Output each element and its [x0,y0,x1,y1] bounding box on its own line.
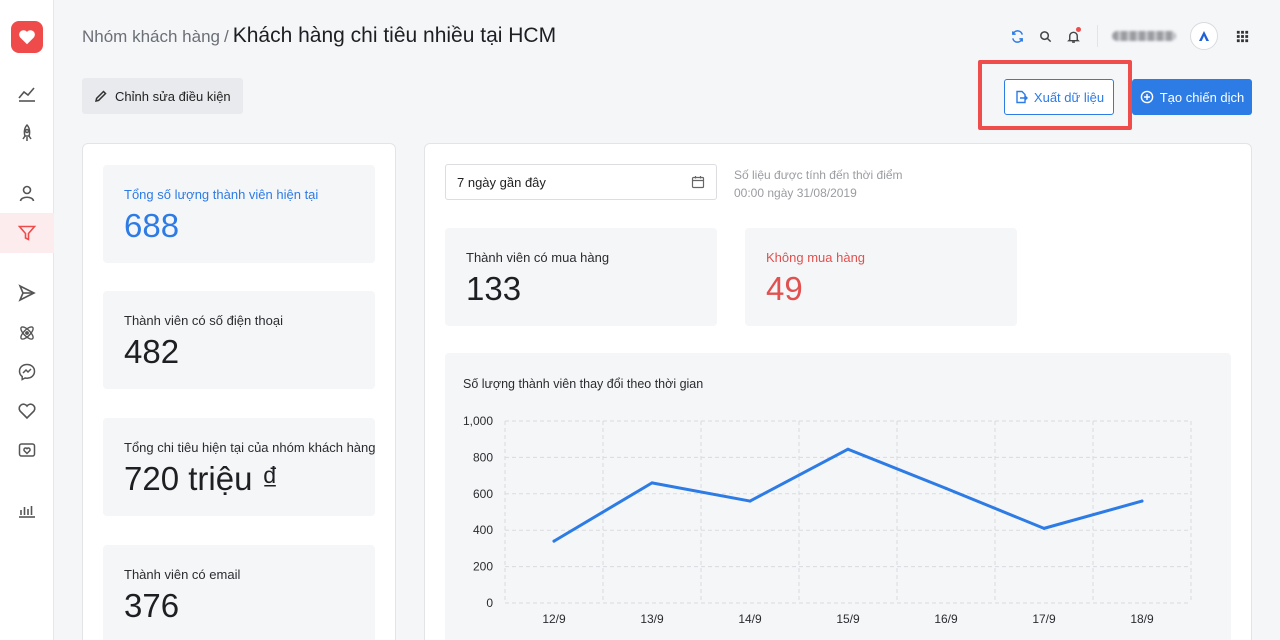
breadcrumb: Nhóm khách hàng / Khách hàng chi tiêu nh… [82,24,556,52]
sync-icon [1011,29,1023,43]
data-point [552,539,556,543]
data-point [944,486,948,490]
buyers-card: Thành viên có mua hàng 133 [445,228,717,326]
create-campaign-label: Tạo chiến dịch [1159,89,1245,105]
search-icon [1039,30,1051,42]
stat-label: Tổng số lượng thành viên hiện tại [124,187,319,202]
y-tick-label: 400 [473,523,493,537]
sidebar-item-reports[interactable] [0,490,54,530]
data-note-line1: Số liệu được tính đến thời điểm [734,168,903,182]
export-data-label: Xuất dữ liệu [1033,89,1105,105]
app-logo[interactable] [11,21,43,53]
bar-chart-icon [19,506,35,518]
x-tick-label: 13/9 [640,612,664,626]
send-icon [18,284,36,302]
stat-value: 133 [466,270,522,307]
sidebar-item-campaigns[interactable] [0,113,54,153]
line-chart-svg: 0 200 400 600 800 1,000 12/9 13/9 14/9 15/9 16/9 17… [463,414,1192,626]
stat-value: 482 [124,333,180,370]
data-note-line2: 00:00 ngày 31/08/2019 [734,186,857,200]
date-range-select[interactable]: 7 ngày gần đây [445,164,717,200]
member-trend-chart: Số lượng thành viên thay đổi theo thời g… [445,353,1231,640]
user-name-redacted[interactable] [1112,31,1176,41]
total-members-card: Tổng số lượng thành viên hiện tại 688 [103,165,375,263]
sidebar-item-send[interactable] [0,273,54,313]
avatar[interactable] [1190,22,1218,50]
user-icon [19,185,35,202]
sidebar-item-rewards[interactable] [0,430,54,470]
y-tick-label: 1,000 [463,414,493,428]
plus-circle-icon [1140,90,1154,104]
x-tick-label: 12/9 [542,612,566,626]
export-data-button[interactable]: Xuất dữ liệu [1004,79,1114,115]
data-point [846,447,850,451]
y-tick-label: 600 [473,487,493,501]
stat-label: Thành viên có số điện thoại [124,313,283,328]
notifications-button[interactable] [1059,22,1087,50]
series-line [552,447,1144,543]
y-tick-label: 800 [473,450,493,464]
funnel-icon [17,225,37,241]
sidebar-item-segments[interactable] [0,213,54,253]
sidebar-item-messenger[interactable] [0,352,54,392]
breadcrumb-parent[interactable]: Nhóm khách hàng [82,27,220,47]
analytics-icon [18,87,35,102]
apps-menu-button[interactable] [1228,22,1256,50]
search-button[interactable] [1031,22,1059,50]
x-tick-label: 17/9 [1032,612,1056,626]
apps-grid-icon [1236,30,1248,42]
stat-label: Thành viên có mua hàng [466,250,610,265]
stat-value: 49 [766,270,803,307]
x-tick-label: 16/9 [934,612,958,626]
data-point [1140,499,1144,503]
header-divider [1097,25,1098,47]
members-with-phone-card: Thành viên có số điện thoại 482 [103,291,375,389]
breadcrumb-separator: / [223,27,229,46]
stat-value: 688 [124,207,180,244]
heart-icon [18,403,36,420]
data-point [1042,526,1046,530]
sidebar [0,0,54,640]
y-tick-label: 200 [473,560,493,574]
stat-label: Tổng chi tiêu hiện tại của nhóm khách hà… [124,440,376,455]
sidebar-item-analytics[interactable] [0,74,54,114]
date-range-value: 7 ngày gần đây [457,174,546,190]
heart-logo-icon [19,30,35,45]
non-buyers-card: Không mua hàng 49 [745,228,1017,326]
edit-conditions-label: Chỉnh sửa điều kiện [115,88,231,104]
members-with-email-card: Thành viên có email 376 [103,545,375,640]
x-tick-label: 15/9 [836,612,860,626]
purchase-panel: 7 ngày gần đây Số liệu được tính đến thờ… [424,143,1252,640]
page-title: Khách hàng chi tiêu nhiều tại HCM [232,24,557,47]
create-campaign-button[interactable]: Tạo chiến dịch [1132,79,1252,115]
total-spend-card: Tổng chi tiêu hiện tại của nhóm khách hà… [103,418,376,516]
stat-label: Không mua hàng [766,250,866,265]
rocket-icon [22,123,32,141]
x-tick-label: 18/9 [1130,612,1154,626]
sync-button[interactable] [1003,22,1031,50]
summary-panel: Tổng số lượng thành viên hiện tại 688 Th… [82,143,396,640]
edit-conditions-button[interactable]: Chỉnh sửa điều kiện [82,78,243,114]
stat-label: Thành viên có email [124,567,241,582]
sidebar-item-loyalty[interactable] [0,391,54,431]
pencil-icon [94,90,107,103]
sidebar-item-users[interactable] [0,173,54,213]
x-tick-label: 14/9 [738,612,762,626]
sidebar-item-integrations[interactable] [0,313,54,353]
atom-icon [20,326,34,340]
data-point [650,481,654,485]
stat-value: 720 triệu ₫ [124,460,279,497]
top-right-toolbar [1003,22,1256,50]
messenger-icon [18,363,36,381]
y-tick-label: 0 [486,596,493,610]
stat-value: 376 [124,587,180,624]
calendar-icon [691,176,705,189]
notification-dot [1076,27,1081,32]
camera-heart-icon [18,443,36,457]
avatar-logo-icon [1199,31,1209,41]
data-point [748,499,752,503]
export-icon [1016,90,1028,104]
data-timestamp-note: Số liệu được tính đến thời điểm 00:00 ng… [734,166,954,202]
